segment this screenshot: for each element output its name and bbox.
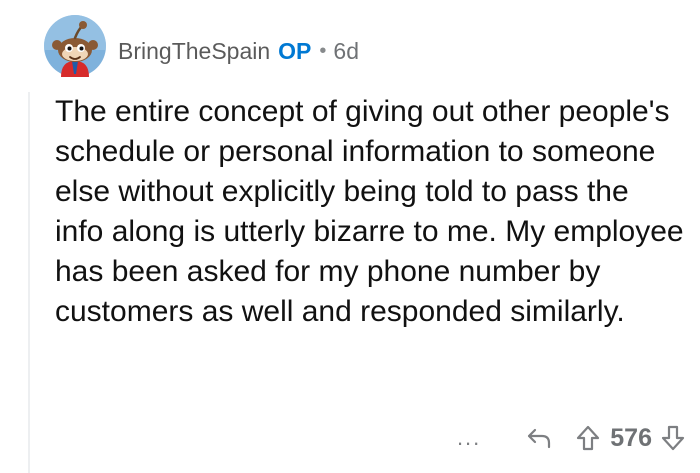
comment-body: The entire concept of giving out other p… [55,95,684,328]
op-badge: OP [278,37,312,64]
comment-actions: ... 576 [457,421,685,455]
separator-dot: • [319,39,327,62]
vote-score: 576 [610,423,652,452]
comment-age: 6d [333,37,359,64]
avatar[interactable] [43,14,107,78]
downvote-icon[interactable] [661,425,685,451]
reply-icon[interactable] [526,426,552,450]
snoo-avatar-icon [44,15,106,77]
more-options-button[interactable]: ... [457,427,481,449]
comment-header: BringTheSpain OP • 6d [118,36,359,66]
username-link[interactable]: BringTheSpain [118,38,270,65]
upvote-icon[interactable] [576,425,600,451]
thread-line [28,92,30,473]
